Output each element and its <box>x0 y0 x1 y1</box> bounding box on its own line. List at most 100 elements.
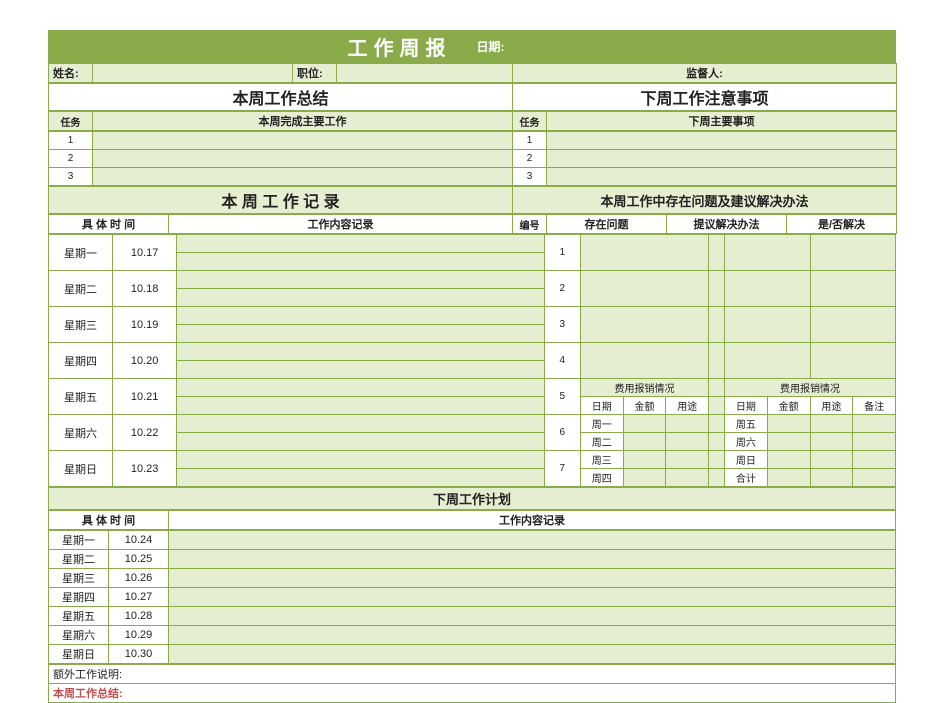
content-cell[interactable] <box>177 451 544 469</box>
exp-cell[interactable] <box>853 433 896 451</box>
task-cell[interactable] <box>547 132 897 150</box>
exp-cell[interactable] <box>666 433 709 451</box>
exp-day: 周二 <box>580 433 623 451</box>
conclusion-label: 本周工作总结: <box>49 684 896 703</box>
resolved-cell[interactable] <box>810 271 896 307</box>
problem-cell[interactable] <box>580 343 708 379</box>
task-cell[interactable] <box>93 150 513 168</box>
nw-cell[interactable] <box>169 607 896 626</box>
exp-col: 日期 <box>725 397 768 415</box>
supervisor-label: 监督人: <box>513 64 897 83</box>
problem-cell[interactable] <box>580 307 708 343</box>
exp-cell[interactable] <box>767 451 810 469</box>
task-cell[interactable] <box>547 150 897 168</box>
nw-cell[interactable] <box>169 626 896 645</box>
problem-cell[interactable] <box>580 235 708 271</box>
problem-cell[interactable] <box>580 271 708 307</box>
task-rows: 1 1 2 2 3 3 <box>48 131 897 186</box>
nw-cell[interactable] <box>169 569 896 588</box>
task-label-left: 任务 <box>49 112 93 131</box>
task-sub-left: 本周完成主要工作 <box>93 112 513 131</box>
task-num: 1 <box>49 132 93 150</box>
exp-cell[interactable] <box>767 433 810 451</box>
day-date: 10.21 <box>113 379 177 415</box>
exp-cell[interactable] <box>666 415 709 433</box>
nw-cell[interactable] <box>169 645 896 664</box>
task-sub-right: 下周主要事项 <box>547 112 897 131</box>
day-name: 星期四 <box>49 343 113 379</box>
info-row: 姓名: 职位: 监督人: <box>48 63 897 83</box>
exp-cell[interactable] <box>623 469 666 487</box>
exp-cell[interactable] <box>810 433 853 451</box>
content-cell[interactable] <box>177 271 544 289</box>
content-cell[interactable] <box>177 235 544 253</box>
nw-cell[interactable] <box>169 588 896 607</box>
time-hdr: 具 体 时 间 <box>49 215 169 234</box>
nw-cell[interactable] <box>169 550 896 569</box>
task-num: 2 <box>49 150 93 168</box>
solution-cell[interactable] <box>725 235 810 271</box>
idx-num: 6 <box>544 415 580 451</box>
exp-col: 金额 <box>623 397 666 415</box>
exp-cell[interactable] <box>623 451 666 469</box>
exp-cell[interactable] <box>623 415 666 433</box>
content-cell[interactable] <box>177 253 544 271</box>
resolved-cell[interactable] <box>810 235 896 271</box>
content-cell[interactable] <box>177 361 544 379</box>
nw-cell[interactable] <box>169 531 896 550</box>
content-cell[interactable] <box>177 379 544 397</box>
name-value[interactable] <box>93 64 293 83</box>
task-cell[interactable] <box>93 132 513 150</box>
exp-day: 周五 <box>725 415 768 433</box>
exp-cell[interactable] <box>767 469 810 487</box>
exp-col: 用途 <box>666 397 709 415</box>
exp-cell[interactable] <box>666 451 709 469</box>
task-cell[interactable] <box>93 168 513 186</box>
task-num: 3 <box>513 168 547 186</box>
day-name: 星期六 <box>49 415 113 451</box>
exp-cell[interactable] <box>853 451 896 469</box>
task-label-right: 任务 <box>513 112 547 131</box>
content-cell[interactable] <box>177 433 544 451</box>
content-cell[interactable] <box>177 469 544 487</box>
day-name: 星期三 <box>49 307 113 343</box>
content-cell[interactable] <box>177 325 544 343</box>
solution-cell[interactable] <box>725 307 810 343</box>
resolved-cell[interactable] <box>810 307 896 343</box>
exp-day: 周四 <box>580 469 623 487</box>
nw-date: 10.29 <box>109 626 169 645</box>
content-cell[interactable] <box>177 397 544 415</box>
day-name: 星期日 <box>49 451 113 487</box>
nextweek-subheader: 具 体 时 间 工作内容记录 <box>48 510 896 530</box>
record-right-hdr: 本周工作中存在问题及建议解决办法 <box>513 187 897 214</box>
nw-date: 10.27 <box>109 588 169 607</box>
exp-cell[interactable] <box>853 469 896 487</box>
content-cell[interactable] <box>177 307 544 325</box>
position-value[interactable] <box>337 64 513 83</box>
exp-cell[interactable] <box>767 415 810 433</box>
exp-cell[interactable] <box>666 469 709 487</box>
extra-label: 额外工作说明: <box>49 665 896 684</box>
exp-cell[interactable] <box>810 451 853 469</box>
nw-day: 星期三 <box>49 569 109 588</box>
summary-left-hdr: 本周工作总结 <box>49 84 513 111</box>
exp-cell[interactable] <box>810 469 853 487</box>
content-cell[interactable] <box>177 289 544 307</box>
exp-cell[interactable] <box>623 433 666 451</box>
idx-num: 1 <box>544 235 580 271</box>
nw-date: 10.30 <box>109 645 169 664</box>
task-cell[interactable] <box>547 168 897 186</box>
idx-num: 3 <box>544 307 580 343</box>
content-cell[interactable] <box>177 415 544 433</box>
day-date: 10.23 <box>113 451 177 487</box>
exp-col: 日期 <box>580 397 623 415</box>
resolved-cell[interactable] <box>810 343 896 379</box>
nw-day: 星期一 <box>49 531 109 550</box>
exp-cell[interactable] <box>810 415 853 433</box>
nextweek-hdr: 下周工作计划 <box>49 488 896 510</box>
solution-cell[interactable] <box>725 343 810 379</box>
content-cell[interactable] <box>177 343 544 361</box>
solution-cell[interactable] <box>725 271 810 307</box>
idx-num: 2 <box>544 271 580 307</box>
exp-cell[interactable] <box>853 415 896 433</box>
